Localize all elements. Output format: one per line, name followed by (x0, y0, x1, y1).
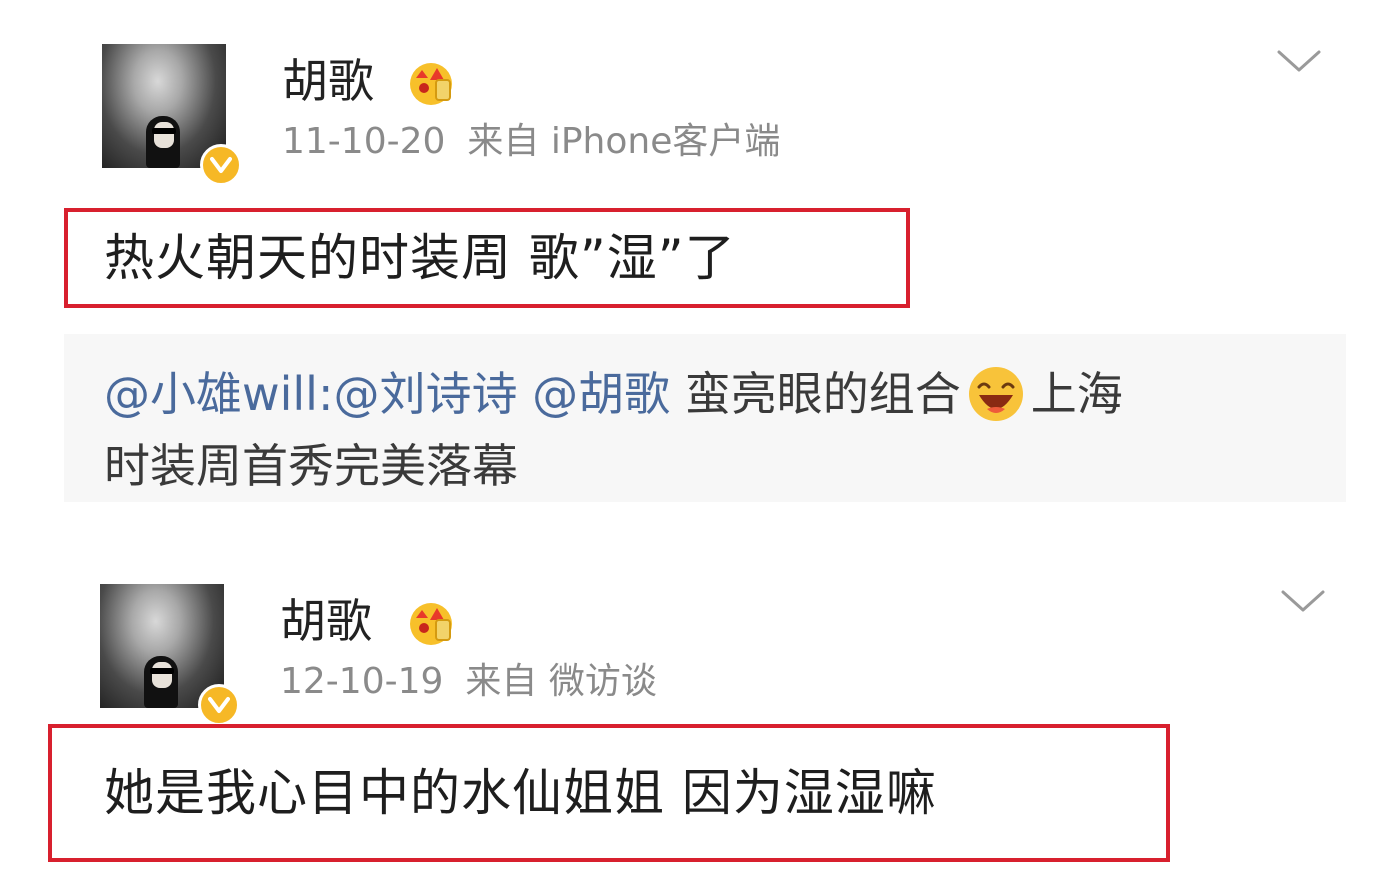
username[interactable]: 胡歌 (280, 598, 372, 644)
vip-crown-icon (410, 603, 452, 645)
verified-v-icon (200, 144, 242, 186)
vip-crown-icon (410, 63, 452, 105)
post-content: 她是我心目中的水仙姐姐 因为湿湿嘛 (104, 764, 937, 822)
post-date[interactable]: 11-10-20 (282, 121, 445, 162)
post-content-highlight: 热火朝天的时装周 歌”湿”了 (64, 208, 910, 308)
post-meta: 11-10-20 来自 iPhone客户端 (282, 124, 780, 160)
username[interactable]: 胡歌 (282, 58, 374, 104)
mention-link[interactable]: @胡歌 (532, 367, 670, 421)
repost-line-1: @小雄will:@刘诗诗 @胡歌 蛮亮眼的组合 上海 (104, 358, 1346, 430)
repost-text: 蛮亮眼的组合 (670, 367, 961, 421)
mention-link[interactable]: @刘诗诗 (333, 367, 517, 421)
chevron-down-icon[interactable] (1280, 588, 1326, 614)
post-meta: 12-10-19 来自 微访谈 (280, 664, 657, 700)
repost-line-2: 时装周首秀完美落幕 (104, 439, 518, 493)
post-date[interactable]: 12-10-19 (280, 661, 443, 702)
repost-block[interactable]: @小雄will:@刘诗诗 @胡歌 蛮亮眼的组合 上海 时装周首秀完美落幕 (64, 334, 1346, 502)
post-content-highlight: 她是我心目中的水仙姐姐 因为湿湿嘛 (48, 724, 1170, 862)
post-source[interactable]: 来自 微访谈 (465, 661, 656, 702)
chevron-down-icon[interactable] (1276, 48, 1322, 74)
laughing-emoji-icon (968, 366, 1023, 421)
mention-link[interactable]: @小雄will: (104, 367, 333, 421)
verified-v-icon (198, 684, 240, 726)
repost-text: 上海 (1030, 367, 1123, 421)
post-content: 热火朝天的时装周 歌”湿”了 (104, 229, 736, 287)
post-source[interactable]: 来自 iPhone客户端 (467, 121, 780, 162)
